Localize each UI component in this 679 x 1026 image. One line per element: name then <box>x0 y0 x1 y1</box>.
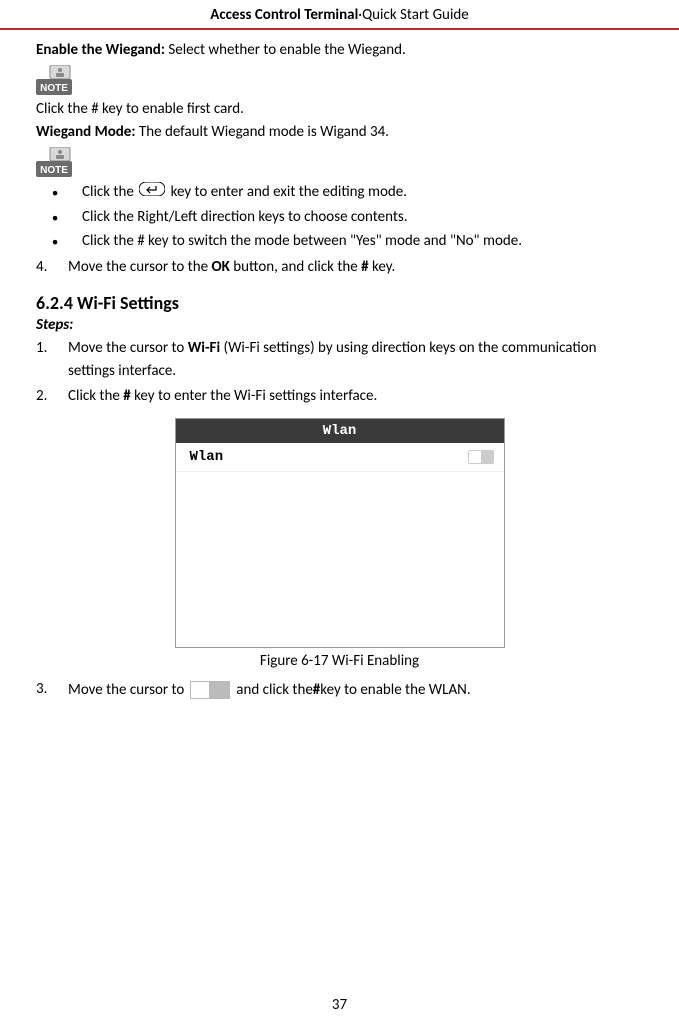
note-icon: NOTE <box>36 147 643 177</box>
bullet-list: Click the key to enter and exit the edit… <box>36 181 643 253</box>
wifi-figure: Wlan Wlan <box>175 418 505 648</box>
step-text: Click the # key to enter the Wi-Fi setti… <box>68 385 643 408</box>
step-num: 1. <box>36 337 68 382</box>
step-text: Move the cursor to the OK button, and cl… <box>68 256 643 279</box>
wifi-window: Wlan Wlan <box>175 418 505 648</box>
svg-text:NOTE: NOTE <box>40 83 68 94</box>
wifi-row-label: Wlan <box>190 449 224 465</box>
list-item: 4. Move the cursor to the OK button, and… <box>36 256 643 279</box>
enter-key-icon <box>139 181 165 204</box>
list-item: Click the # key to switch the mode betwe… <box>82 230 643 253</box>
toggle-icon <box>190 681 230 699</box>
steps-label: Steps: <box>36 316 643 334</box>
wifi-steps: 1. Move the cursor to Wi-Fi (Wi-Fi setti… <box>36 337 643 408</box>
step-num: 4. <box>36 256 68 279</box>
wifi-titlebar: Wlan <box>176 419 504 443</box>
enable-wiegand-para: Enable the Wiegand: Select whether to en… <box>36 40 643 61</box>
page-number: 37 <box>0 996 679 1014</box>
note-enable-text: Click the # key to enable first card. <box>36 99 643 120</box>
wiegand-mode-para: Wiegand Mode: The default Wiegand mode i… <box>36 122 643 143</box>
list-item: 1. Move the cursor to Wi-Fi (Wi-Fi setti… <box>36 337 643 382</box>
wifi-toggle[interactable] <box>468 450 494 464</box>
header-bold: Access Control Terminal <box>210 6 358 24</box>
section-title: 6.2.4 Wi-Fi Settings <box>36 292 643 314</box>
bullet-pre: Click the <box>82 183 134 201</box>
enable-wiegand-text: Select whether to enable the Wiegand. <box>168 41 405 59</box>
page-header: Access Control Terminal·Quick Start Guid… <box>0 0 679 30</box>
svg-text:NOTE: NOTE <box>40 165 68 176</box>
figure-caption: Figure 6-17 Wi-Fi Enabling <box>36 652 643 670</box>
wifi-steps-cont: 3. Move the cursor to and click the # ke… <box>36 678 643 702</box>
list-item: 2. Click the # key to enter the Wi-Fi se… <box>36 385 643 408</box>
step-num: 3. <box>36 678 68 702</box>
header-rest: Quick Start Guide <box>362 6 469 24</box>
step-text: Move the cursor to Wi-Fi (Wi-Fi settings… <box>68 337 643 382</box>
wiegand-mode-label: Wiegand Mode: <box>36 123 136 141</box>
list-item: Click the key to enter and exit the edit… <box>82 181 643 204</box>
list-item: 3. Move the cursor to and click the # ke… <box>36 678 643 702</box>
wifi-row: Wlan <box>176 443 504 472</box>
note-icon: NOTE <box>36 65 643 95</box>
wiegand-mode-text: The default Wiegand mode is Wigand 34. <box>139 123 389 141</box>
page-content: Enable the Wiegand: Select whether to en… <box>0 40 679 702</box>
step-text: Move the cursor to and click the # key t… <box>68 678 643 702</box>
step-num: 2. <box>36 385 68 408</box>
list-item: Click the Right/Left direction keys to c… <box>82 206 643 229</box>
bullet-post: key to enter and exit the editing mode. <box>171 183 407 201</box>
step-4-list: 4. Move the cursor to the OK button, and… <box>36 256 643 279</box>
enable-wiegand-label: Enable the Wiegand: <box>36 41 165 59</box>
